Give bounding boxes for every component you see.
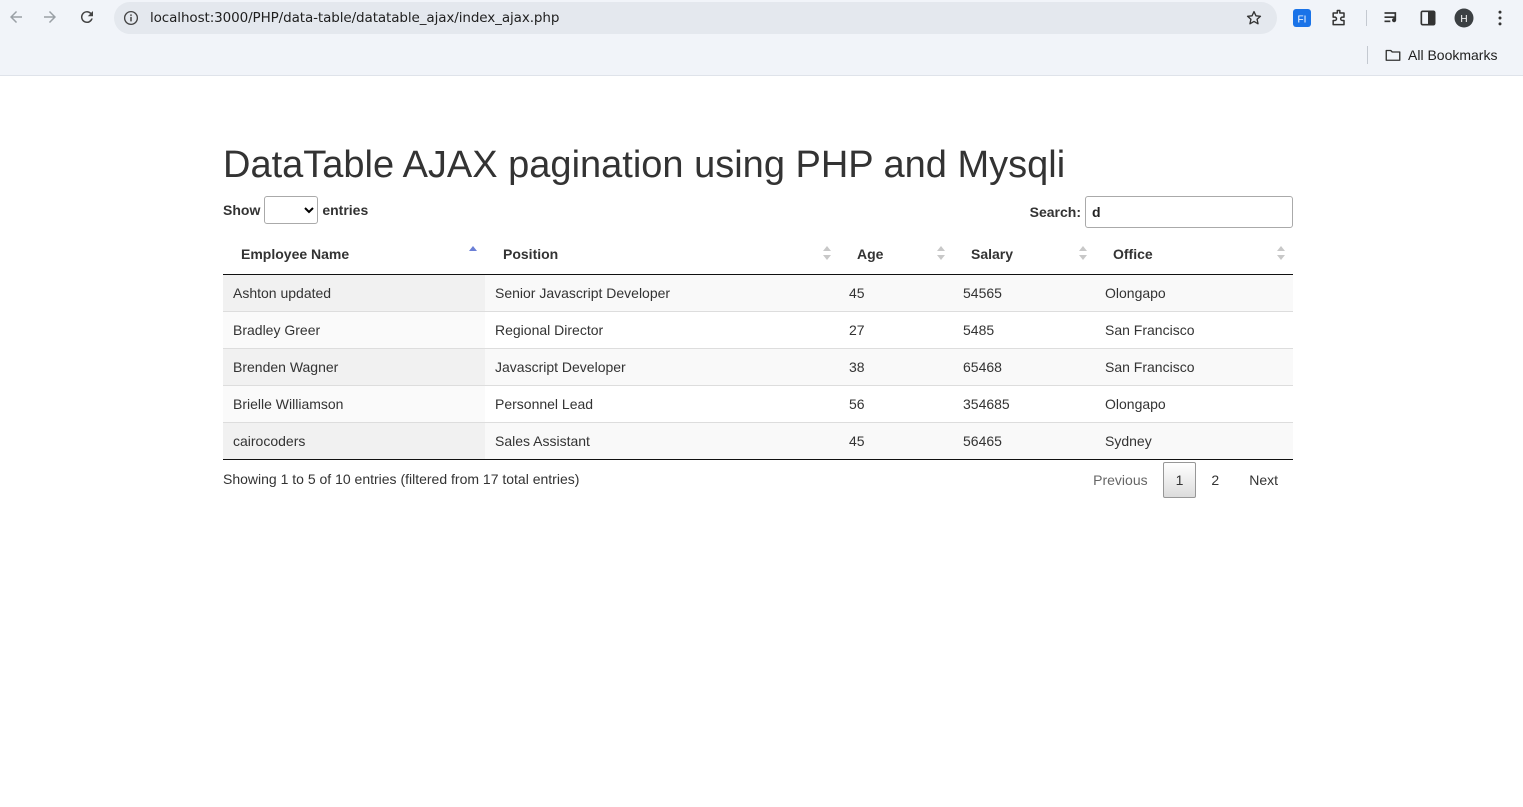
table-row[interactable]: Brenden Wagner Javascript Developer 38 6546… <box>223 347 1293 385</box>
page-title: DataTable AJAX pagination using PHP and … <box>223 144 1066 186</box>
bookmarks-bar: All Bookmarks <box>0 40 1523 70</box>
cell-office: Olongapo <box>1095 384 1293 422</box>
address-bar[interactable]: localhost:3000/PHP/data-table/datatable_… <box>114 2 1277 34</box>
reload-button[interactable] <box>75 5 99 29</box>
sort-both-icon <box>823 246 831 260</box>
url-text: localhost:3000/PHP/data-table/datatable_… <box>150 10 560 26</box>
arrow-left-icon <box>10 11 22 23</box>
next-button[interactable]: Next <box>1234 462 1293 498</box>
forward-button[interactable] <box>38 5 62 29</box>
length-control: Show entries <box>223 196 368 224</box>
cell-age: 45 <box>839 274 953 311</box>
search-label: Search: <box>1029 204 1081 220</box>
column-header-label: Position <box>503 245 559 262</box>
cell-salary: 354685 <box>953 384 1095 422</box>
cell-position: Senior Javascript Developer <box>485 274 839 311</box>
cell-position: Sales Assistant <box>485 421 839 460</box>
cell-employee-name: cairocoders <box>223 421 485 460</box>
bookmark-star-icon[interactable] <box>1245 9 1263 27</box>
cell-age: 56 <box>839 384 953 422</box>
sort-both-icon <box>937 246 945 260</box>
cell-position: Regional Director <box>485 310 839 348</box>
reload-icon <box>80 11 93 24</box>
cell-employee-name: Bradley Greer <box>223 310 485 348</box>
table-row[interactable]: Bradley Greer Regional Director 27 5485 San … <box>223 310 1293 348</box>
column-header-age[interactable]: Age <box>839 234 953 275</box>
previous-button[interactable]: Previous <box>1078 462 1162 498</box>
employee-table: Employee Name Position Age Salary Office Ash… <box>223 234 1293 460</box>
column-header-label: Age <box>857 245 884 262</box>
table-row[interactable]: Ashton updated Senior Javascript Develope… <box>223 274 1293 311</box>
sort-ascending-icon <box>469 246 477 251</box>
cell-age: 27 <box>839 310 953 348</box>
back-button[interactable] <box>4 5 28 29</box>
cell-employee-name: Ashton updated <box>223 274 485 311</box>
cell-employee-name: Brenden Wagner <box>223 347 485 385</box>
cell-office: Olongapo <box>1095 274 1293 311</box>
cell-office: Sydney <box>1095 421 1293 460</box>
media-control-icon[interactable] <box>1382 8 1402 28</box>
table-header-row: Employee Name Position Age Salary Office <box>223 234 1293 275</box>
cell-employee-name: Brielle Williamson <box>223 384 485 422</box>
toolbar-divider <box>1366 10 1367 26</box>
profile-initial: H <box>1460 14 1467 25</box>
cell-office: San Francisco <box>1095 310 1293 348</box>
table-body: Ashton updated Senior Javascript Develope… <box>223 274 1293 460</box>
cell-salary: 65468 <box>953 347 1095 385</box>
profile-avatar[interactable]: H <box>1454 8 1474 28</box>
cell-position: Personnel Lead <box>485 384 839 422</box>
column-header-label: Employee Name <box>241 245 350 262</box>
table-info: Showing 1 to 5 of 10 entries (filtered f… <box>223 471 580 487</box>
sort-both-icon <box>1277 246 1285 260</box>
column-header-office[interactable]: Office <box>1095 234 1293 275</box>
menu-kebab-icon[interactable] <box>1490 8 1510 28</box>
folder-icon <box>1385 49 1401 61</box>
column-header-employee-name[interactable]: Employee Name <box>223 234 485 275</box>
column-header-salary[interactable]: Salary <box>953 234 1095 275</box>
search-control: Search: <box>1030 196 1293 228</box>
all-bookmarks-label: All Bookmarks <box>1408 47 1498 63</box>
column-header-position[interactable]: Position <box>485 234 839 275</box>
extensions-puzzle-icon[interactable] <box>1329 8 1349 28</box>
arrow-right-icon <box>44 11 56 23</box>
extension-fi-icon[interactable]: FI <box>1292 8 1312 28</box>
side-panel-icon[interactable] <box>1418 8 1438 28</box>
page-button-2[interactable]: 2 <box>1196 462 1234 498</box>
length-prefix: Show <box>223 202 261 218</box>
cell-salary: 5485 <box>953 310 1095 348</box>
table-row[interactable]: cairocoders Sales Assistant 45 56465 Sydney <box>223 421 1293 460</box>
page-button-1[interactable]: 1 <box>1162 462 1197 498</box>
column-header-label: Office <box>1113 245 1153 262</box>
bookmarks-divider <box>1367 46 1368 64</box>
sort-both-icon <box>1079 246 1087 260</box>
cell-salary: 56465 <box>953 421 1095 460</box>
length-suffix: entries <box>322 202 369 218</box>
table-row[interactable]: Brielle Williamson Personnel Lead 56 354685… <box>223 384 1293 422</box>
browser-toolbar: localhost:3000/PHP/data-table/datatable_… <box>0 0 1523 36</box>
site-info-icon[interactable] <box>122 9 140 27</box>
entries-select[interactable] <box>264 196 319 224</box>
column-header-label: Salary <box>971 245 1014 262</box>
cell-office: San Francisco <box>1095 347 1293 385</box>
extension-fi-label: FI <box>1298 15 1307 26</box>
cell-position: Javascript Developer <box>485 347 839 385</box>
cell-age: 45 <box>839 421 953 460</box>
browser-chrome: localhost:3000/PHP/data-table/datatable_… <box>0 0 1523 76</box>
search-input[interactable] <box>1085 196 1293 228</box>
all-bookmarks-button[interactable]: All Bookmarks <box>1384 44 1497 66</box>
pagination: Previous 1 2 Next <box>1078 462 1293 498</box>
cell-salary: 54565 <box>953 274 1095 311</box>
cell-age: 38 <box>839 347 953 385</box>
